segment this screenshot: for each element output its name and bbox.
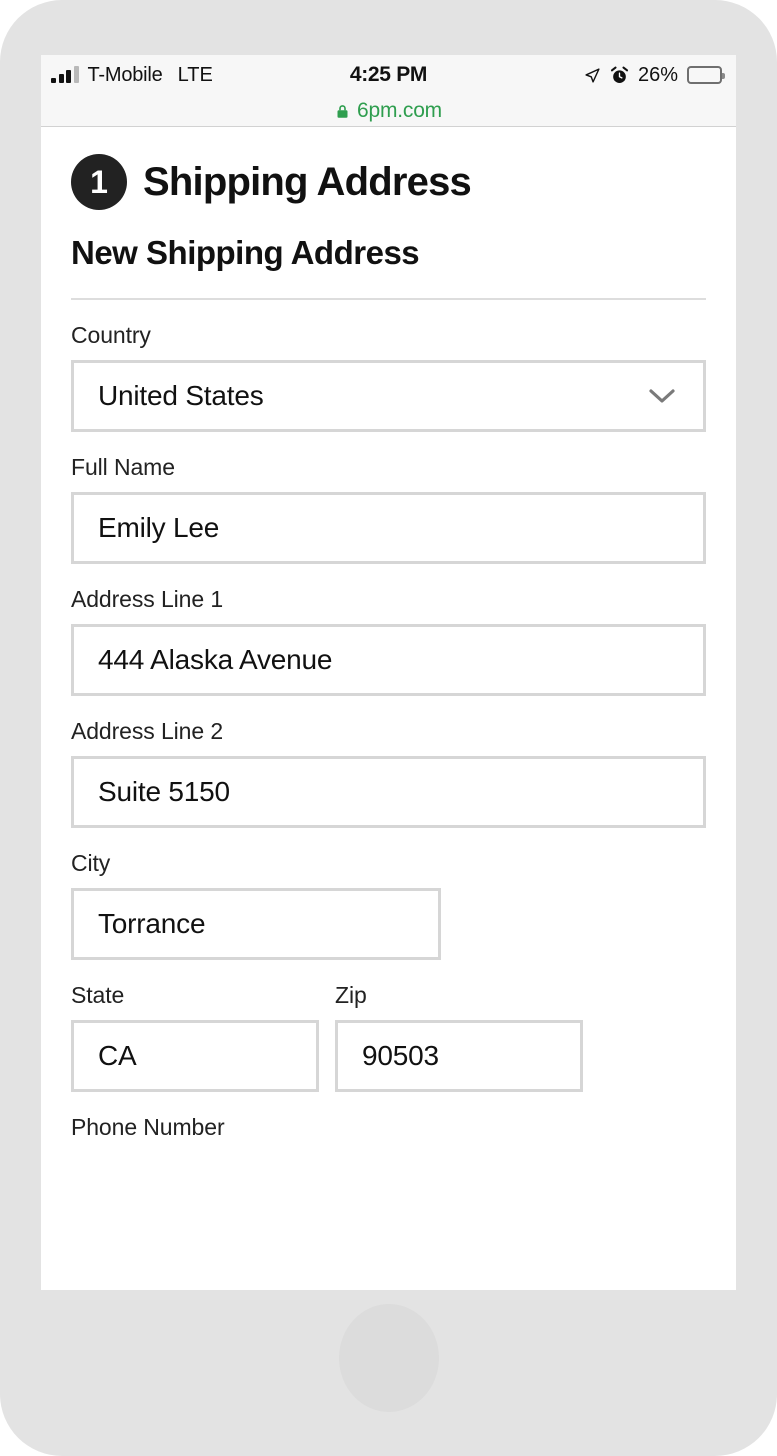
- status-bar-divider: [41, 126, 736, 127]
- field-country: Country United States: [71, 322, 706, 432]
- city-label: City: [71, 850, 111, 876]
- address-line-1-label: Address Line 1: [71, 586, 224, 612]
- step-number-badge: 1: [71, 154, 127, 210]
- phone-device-frame: T-Mobile LTE 4:25 PM 26% 6pm.com 1 Shipp…: [0, 0, 777, 1456]
- status-bar-right: 26%: [584, 63, 725, 87]
- alarm-clock-icon: [610, 66, 629, 83]
- browser-url-bar[interactable]: 6pm.com: [41, 95, 736, 127]
- phone-number-label: Phone Number: [71, 1114, 225, 1140]
- field-address-line-2: Address Line 2 Suite 5150: [71, 718, 706, 828]
- address-line-2-input[interactable]: Suite 5150: [71, 756, 706, 828]
- city-input[interactable]: Torrance: [71, 888, 441, 960]
- status-bar-left: T-Mobile LTE: [51, 64, 213, 87]
- state-zip-row: State CA Zip 90503: [71, 982, 706, 1092]
- field-city: City Torrance: [71, 850, 706, 960]
- state-value: CA: [98, 1040, 137, 1071]
- network-type-label: LTE: [177, 63, 213, 86]
- full-name-input[interactable]: Emily Lee: [71, 492, 706, 564]
- status-bar: T-Mobile LTE 4:25 PM 26% 6pm.com: [41, 55, 736, 127]
- full-name-value: Emily Lee: [98, 512, 220, 543]
- address-line-1-input[interactable]: 444 Alaska Avenue: [71, 624, 706, 696]
- address-line-1-value: 444 Alaska Avenue: [98, 644, 333, 675]
- country-label: Country: [71, 322, 151, 348]
- chevron-down-icon: [649, 389, 675, 403]
- country-select[interactable]: United States: [71, 360, 706, 432]
- page-title: Shipping Address: [143, 159, 472, 204]
- checkout-page: 1 Shipping Address New Shipping Address …: [41, 127, 736, 1290]
- zip-label: Zip: [335, 982, 367, 1008]
- step-heading: 1 Shipping Address: [71, 127, 706, 210]
- field-phone-number: Phone Number: [71, 1114, 706, 1141]
- section-divider: [71, 298, 706, 300]
- carrier-label: T-Mobile: [87, 63, 163, 86]
- battery-percent-label: 26%: [637, 63, 678, 86]
- country-value: United States: [98, 380, 264, 411]
- zip-value: 90503: [362, 1040, 439, 1071]
- battery-icon: [687, 66, 725, 84]
- field-full-name: Full Name Emily Lee: [71, 454, 706, 564]
- state-label: State: [71, 982, 125, 1008]
- field-state: State CA: [71, 982, 319, 1092]
- location-arrow-icon: [585, 67, 600, 83]
- section-subtitle: New Shipping Address: [71, 234, 420, 271]
- home-button[interactable]: [338, 1304, 439, 1412]
- phone-screen: T-Mobile LTE 4:25 PM 26% 6pm.com 1 Shipp…: [41, 55, 736, 1290]
- address-line-2-label: Address Line 2: [71, 718, 224, 744]
- full-name-label: Full Name: [71, 454, 175, 480]
- url-text: 6pm.com: [357, 99, 442, 122]
- signal-bars-icon: [51, 66, 79, 83]
- state-input[interactable]: CA: [71, 1020, 319, 1092]
- field-zip: Zip 90503: [335, 982, 583, 1092]
- city-value: Torrance: [98, 908, 206, 939]
- field-address-line-1: Address Line 1 444 Alaska Avenue: [71, 586, 706, 696]
- lock-icon: [337, 104, 348, 118]
- status-bar-row: T-Mobile LTE 4:25 PM 26%: [41, 55, 736, 95]
- address-line-2-value: Suite 5150: [98, 776, 230, 807]
- zip-input[interactable]: 90503: [335, 1020, 583, 1092]
